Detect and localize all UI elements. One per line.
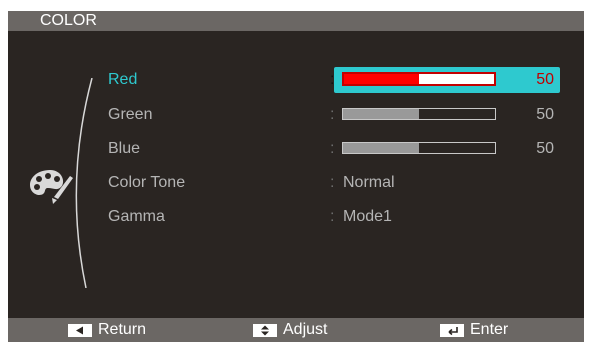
blue-value: 50 <box>536 140 554 157</box>
palette-icon <box>30 170 73 204</box>
menu-arc-decoration <box>75 78 93 288</box>
menu-item-green-label[interactable]: Green <box>108 105 152 125</box>
green-value: 50 <box>536 106 554 123</box>
footer-enter-label: Enter <box>470 321 509 338</box>
separator: : <box>330 208 335 225</box>
menu-item-gamma-label[interactable]: Gamma <box>108 207 165 227</box>
separator: : <box>330 71 335 88</box>
red-value: 50 <box>536 71 554 88</box>
up-down-arrow-key-icon <box>253 323 277 337</box>
blue-slider-fill <box>343 143 419 153</box>
footer-enter[interactable]: Enter <box>440 321 508 339</box>
footer-bar: Return Adjust Enter <box>8 318 584 342</box>
enter-key-icon <box>440 323 464 337</box>
menu-item-color-tone-label[interactable]: Color Tone <box>108 173 185 193</box>
green-slider[interactable] <box>342 108 496 120</box>
title-bar: COLOR <box>8 11 584 31</box>
footer-return[interactable]: Return <box>68 321 146 339</box>
gamma-value: Mode1 <box>343 208 392 225</box>
osd-menu: COLOR Red : 50 Green : 50 Blue : 50 Colo… <box>8 11 584 342</box>
left-arrow-key-icon <box>68 323 92 337</box>
separator: : <box>330 106 335 123</box>
red-slider[interactable] <box>342 72 496 86</box>
footer-adjust[interactable]: Adjust <box>253 321 327 339</box>
separator: : <box>330 174 335 191</box>
footer-adjust-label: Adjust <box>283 321 328 338</box>
menu-item-red-label[interactable]: Red <box>108 70 137 90</box>
blue-slider[interactable] <box>342 142 496 154</box>
menu-item-blue-label[interactable]: Blue <box>108 139 140 159</box>
separator: : <box>330 140 335 157</box>
green-slider-fill <box>343 109 419 119</box>
menu-title: COLOR <box>40 12 97 29</box>
color-tone-value: Normal <box>343 174 395 191</box>
footer-return-label: Return <box>98 321 147 338</box>
red-slider-fill <box>344 74 419 84</box>
